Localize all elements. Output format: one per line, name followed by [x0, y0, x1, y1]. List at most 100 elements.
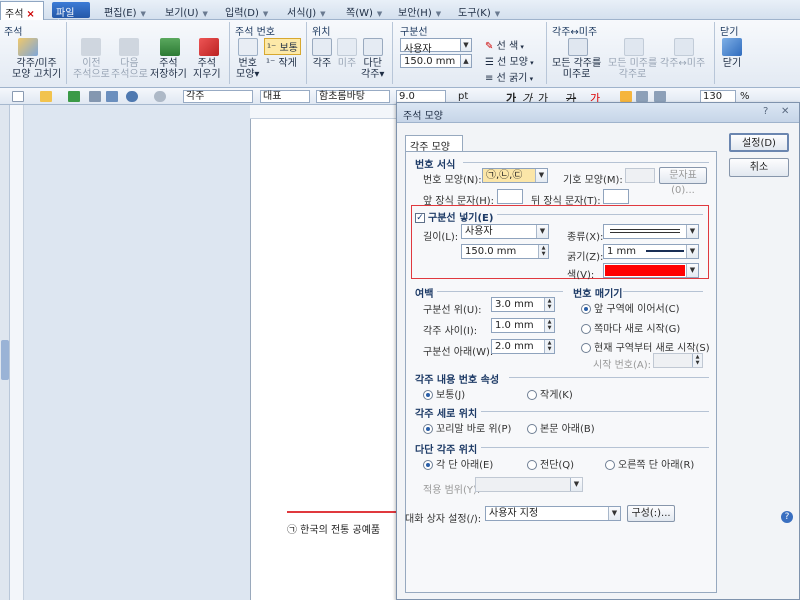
- convert-back-icon: [624, 38, 644, 56]
- line-type-select[interactable]: ▼: [603, 224, 699, 239]
- prefix-field[interactable]: [497, 189, 523, 204]
- font-select[interactable]: 함초롬바탕: [316, 90, 390, 103]
- radio-per-page[interactable]: 쪽마다 새로 시작(G): [581, 320, 680, 335]
- side-panel-handle[interactable]: [1, 340, 9, 380]
- radio-from-section[interactable]: 현재 구역부터 새로 시작(S): [581, 339, 710, 354]
- ribbon: 주석 각주/미주 모양 고치기 이전 주석으로 다음 주석으로 주석 저장하기 …: [0, 20, 800, 88]
- menu-security[interactable]: 보안(H) ▼: [398, 4, 441, 19]
- group-annotation-title: 주석: [4, 27, 23, 38]
- close-note-icon: [722, 38, 742, 56]
- delete-annotation-button[interactable]: 주석 지우기: [193, 38, 221, 80]
- footnote-gap-field[interactable]: 1.0 mm ▲ ▼: [491, 318, 555, 333]
- tab-footnote-shape[interactable]: 각주 모양: [405, 135, 463, 153]
- line-thickness-button[interactable]: ≡ 선 굵기 ▾: [485, 69, 533, 84]
- edit-shape-button[interactable]: 각주/미주 모양 고치기: [12, 38, 61, 80]
- color-label: 색(V):: [567, 270, 595, 281]
- color-select[interactable]: ▼: [603, 263, 699, 278]
- footnote-position-button[interactable]: 각주: [312, 38, 332, 69]
- length-value-field[interactable]: 150.0 mm ▲ ▼: [461, 244, 549, 259]
- multi-column-button[interactable]: 다단 각주▾: [361, 38, 384, 80]
- radio-attr-normal[interactable]: 보통(J): [423, 386, 465, 401]
- numbering-heading: 번호 매기기: [573, 289, 623, 300]
- line-color-button[interactable]: ✎ 선 색 ▾: [485, 37, 524, 52]
- line-type-button[interactable]: ☰ 선 모양 ▾: [485, 53, 534, 68]
- radio-each-column[interactable]: 각 단 아래(E): [423, 456, 493, 471]
- undo-icon[interactable]: [126, 91, 138, 102]
- start-number-field[interactable]: ▲ ▼: [653, 353, 703, 368]
- align-justify-icon[interactable]: [620, 91, 632, 102]
- thickness-line-icon: [646, 250, 684, 252]
- menu-file[interactable]: 파일(F): [52, 2, 90, 30]
- thickness-select[interactable]: 1 mm ▼: [603, 244, 699, 259]
- below-divider-field[interactable]: 2.0 mm ▲ ▼: [491, 339, 555, 354]
- menu-page[interactable]: 쪽(W) ▼: [346, 4, 382, 19]
- dialog-setting-select[interactable]: 사용자 지정 ▼: [485, 506, 621, 521]
- small-size-button[interactable]: ¹⁻ 작게: [266, 54, 297, 69]
- ok-button[interactable]: 설정(D): [729, 133, 789, 152]
- radio-on-icon: [423, 424, 433, 434]
- above-divider-field[interactable]: 3.0 mm ▲ ▼: [491, 297, 555, 312]
- style-select[interactable]: 각주: [183, 90, 253, 103]
- radio-on-icon: [423, 460, 433, 470]
- menu-edit[interactable]: 편집(E) ▼: [104, 4, 146, 19]
- normal-size-button[interactable]: ¹⁻ 보통: [264, 38, 301, 55]
- language-select[interactable]: 대표: [260, 90, 310, 103]
- symbol-shape-field[interactable]: [625, 168, 655, 183]
- all-footnotes-to-endnotes-button[interactable]: 모든 각주를 미주로: [552, 38, 601, 80]
- number-shape-button[interactable]: 번호 모양▾: [236, 38, 259, 80]
- apply-range-select[interactable]: ▼: [475, 477, 583, 492]
- endnote-position-button[interactable]: 미주: [337, 38, 357, 69]
- prev-annotation-button[interactable]: 이전 주석으로: [73, 38, 110, 80]
- zoom-percent-label: %: [740, 91, 750, 102]
- group-divider-title: 구분선: [400, 27, 428, 38]
- help-icon[interactable]: ?: [763, 106, 768, 117]
- align-left-icon[interactable]: [636, 91, 648, 102]
- divider-length-field[interactable]: 150.0 mm ▲: [400, 54, 472, 68]
- save-annotation-button[interactable]: 주석 저장하기: [150, 38, 187, 80]
- redo-icon[interactable]: [154, 91, 166, 102]
- radio-right-column[interactable]: 오른쪽 단 아래(R): [605, 456, 694, 471]
- preview-icon[interactable]: [106, 91, 118, 102]
- align-center-icon[interactable]: [654, 91, 666, 102]
- radio-attr-small[interactable]: 작게(K): [527, 386, 573, 401]
- print-icon[interactable]: [89, 91, 101, 102]
- swap-foot-end-button[interactable]: 각주↔미주: [660, 38, 705, 69]
- prev-icon: [81, 38, 101, 56]
- menu-view[interactable]: 보기(U) ▼: [165, 4, 208, 19]
- help-circle-icon[interactable]: ?: [781, 511, 793, 523]
- menu-insert[interactable]: 입력(D) ▼: [225, 4, 268, 19]
- document-tab[interactable]: 주석 ×: [0, 1, 44, 20]
- divider-combo[interactable]: 사용자 ▼: [400, 38, 472, 55]
- normal-size-icon: ¹⁻: [267, 43, 280, 54]
- divider-checkbox[interactable]: ✓ 구분선 넣기(E): [415, 209, 493, 224]
- next-annotation-button[interactable]: 다음 주석으로: [111, 38, 148, 80]
- number-shape-select[interactable]: ㉠,㉡,㉢ ▼: [482, 168, 548, 183]
- length-combo[interactable]: 사용자 ▼: [461, 224, 549, 239]
- radio-continue[interactable]: 앞 구역에 이어서(C): [581, 300, 680, 315]
- menu-tools[interactable]: 도구(K) ▼: [458, 4, 500, 19]
- menu-format[interactable]: 서식(J) ▼: [287, 4, 326, 19]
- endnote-icon: [337, 38, 357, 56]
- all-endnotes-to-footnotes-button[interactable]: 모든 미주를 각주로: [608, 38, 657, 80]
- char-table-button[interactable]: 문자표(0)...: [659, 167, 707, 196]
- open-folder-icon[interactable]: [40, 91, 52, 102]
- double-line-icon-b: [610, 232, 680, 233]
- document-page[interactable]: ㉠ 한국의 전통 공예품: [250, 105, 400, 600]
- line-color-icon: ✎: [485, 41, 497, 52]
- separator: [229, 22, 230, 84]
- close-icon[interactable]: ✕: [781, 106, 789, 117]
- annotation-shape-dialog: 주석 모양 ? ✕ 각주 모양 설정(D) 취소 번호 서식 번호 모양(N):…: [396, 102, 800, 600]
- save-icon[interactable]: [68, 91, 80, 102]
- cancel-button[interactable]: 취소: [729, 158, 789, 177]
- suffix-field[interactable]: [603, 189, 629, 204]
- number-shape-label: 번호 모양(N):: [423, 175, 482, 186]
- radio-below-body[interactable]: 본문 아래(B): [527, 420, 595, 435]
- close-ribbon-button[interactable]: 닫기: [722, 38, 742, 69]
- new-doc-icon[interactable]: [12, 91, 24, 102]
- close-tab-icon[interactable]: ×: [26, 9, 34, 20]
- radio-full-width[interactable]: 전단(Q): [527, 456, 574, 471]
- horizontal-ruler: [250, 105, 400, 119]
- separator: [546, 22, 547, 84]
- compose-button[interactable]: 구성(:)...: [627, 505, 675, 522]
- radio-right-after[interactable]: 꼬리말 바로 위(P): [423, 420, 511, 435]
